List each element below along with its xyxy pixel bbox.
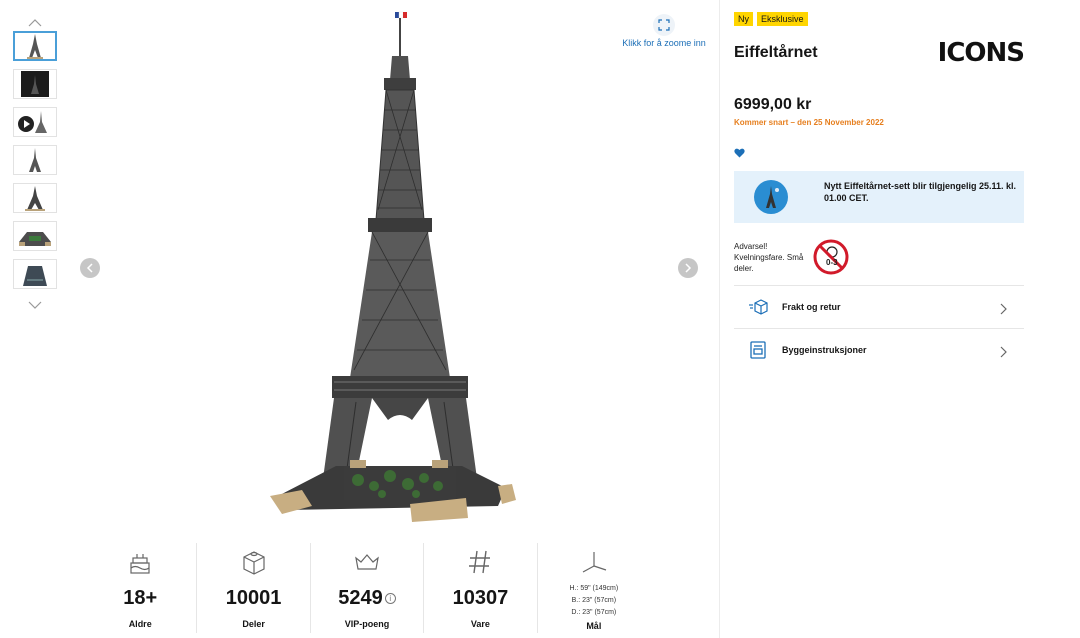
shipping-returns-label: Frakt og retur [782, 302, 841, 312]
choking-warning: Advarsel! Kvelningsfare. Små deler. 0-3 [734, 237, 1024, 277]
expand-icon [653, 14, 675, 36]
vip-points-value: 5249 i [311, 585, 423, 611]
shipping-box-icon [748, 297, 768, 317]
pieces-label: Deler [242, 619, 265, 629]
item-number-value: 10307 [452, 587, 509, 609]
vip-points-number: 5249 [338, 587, 383, 609]
dimension-depth: D.: 23" (57cm) [571, 609, 617, 616]
instructions-icon [748, 340, 768, 360]
thumbnails-down-button[interactable] [12, 297, 58, 313]
title-row: Eiffeltårnet ICONS [734, 38, 1025, 68]
chevron-right-icon [1000, 302, 1010, 315]
instructions-row[interactable]: Byggeinstruksjoner [734, 328, 1024, 371]
badge-exclusive: Eksklusive [757, 12, 808, 26]
chevron-right-icon [1000, 345, 1010, 358]
panel-divider [719, 0, 720, 638]
info-icon[interactable]: i [384, 593, 396, 605]
thumbnail-video[interactable] [13, 107, 57, 137]
dimension-width: B.: 23" (57cm) [571, 597, 617, 604]
chevron-left-icon [86, 263, 93, 273]
product-title: Eiffeltårnet [734, 44, 818, 61]
crown-icon [311, 547, 423, 577]
spec-dimensions: H.: 59" (149cm) B.: 23" (57cm) D.: 23" (… [538, 543, 650, 633]
badge-new: Ny [734, 12, 753, 26]
cake-icon [84, 547, 196, 577]
brick-icon [197, 547, 309, 577]
hash-icon [424, 547, 536, 577]
spec-item-number: 10307 Vare [424, 543, 538, 633]
thumbnail-tower-side[interactable] [13, 145, 57, 175]
vip-points-label: VIP-poeng [344, 619, 390, 629]
instructions-label: Byggeinstruksjoner [782, 345, 867, 355]
notice-image [754, 180, 788, 214]
brand-logo[interactable]: ICONS [938, 38, 1025, 68]
availability-status: Kommer snart – den 25 November 2022 [734, 118, 884, 127]
thumbnail-eiffel-tower[interactable] [13, 31, 57, 61]
heart-icon [734, 148, 745, 158]
product-main-image [270, 11, 516, 522]
warning-age-text: 0-3 [826, 258, 838, 267]
spec-pieces: 10001 Deler [197, 543, 311, 633]
product-details-panel: Ny Eksklusive Eiffeltårnet ICONS 6999,00… [734, 12, 1025, 371]
thumbnail-box[interactable] [13, 69, 57, 99]
product-price: 6999,00 kr [734, 96, 812, 113]
shipping-returns-row[interactable]: Frakt og retur [734, 285, 1024, 328]
pieces-value: 10001 [225, 587, 282, 609]
gallery-next-button[interactable] [678, 258, 698, 278]
age-label: Aldre [128, 619, 152, 629]
wishlist-button[interactable] [734, 145, 748, 159]
gallery-prev-button[interactable] [80, 258, 100, 278]
thumbnail-tower-detail[interactable] [13, 183, 57, 213]
thumbnail-base[interactable] [13, 221, 57, 251]
item-number-label: Vare [470, 619, 490, 629]
chevron-right-icon [685, 263, 692, 273]
spec-vip-points: 5249 i VIP-poeng [311, 543, 425, 633]
thumbnail-strip [12, 14, 58, 313]
chevron-down-icon [28, 301, 42, 309]
dimension-height: H.: 59" (149cm) [569, 585, 619, 592]
dimensions-icon [538, 547, 650, 577]
warning-text: Advarsel! Kvelningsfare. Små deler. [734, 241, 804, 273]
notice-text: Nytt Eiffeltårnet-sett blir tilgjengelig… [824, 181, 1017, 203]
spec-age: 18+ Aldre [84, 543, 198, 633]
chevron-up-icon [28, 18, 42, 26]
launch-notice: Nytt Eiffeltårnet-sett blir tilgjengelig… [734, 171, 1024, 223]
age-warning-icon: 0-3 [813, 239, 849, 275]
badge-list: Ny Eksklusive [734, 12, 1024, 26]
thumbnail-platform[interactable] [13, 259, 57, 289]
thumbnails-up-button[interactable] [12, 14, 58, 30]
zoom-label[interactable]: Klikk for å zoome inn [612, 38, 716, 48]
age-value: 18+ [123, 587, 158, 609]
dimensions-label: Mål [586, 621, 602, 631]
dimensions-list: H.: 59" (149cm) B.: 23" (57cm) D.: 23" (… [538, 583, 650, 621]
zoom-control[interactable]: Klikk for å zoome inn [612, 14, 716, 48]
product-specs: 18+ Aldre 10001 Deler 5249 i VIP-poeng 10… [84, 543, 650, 633]
